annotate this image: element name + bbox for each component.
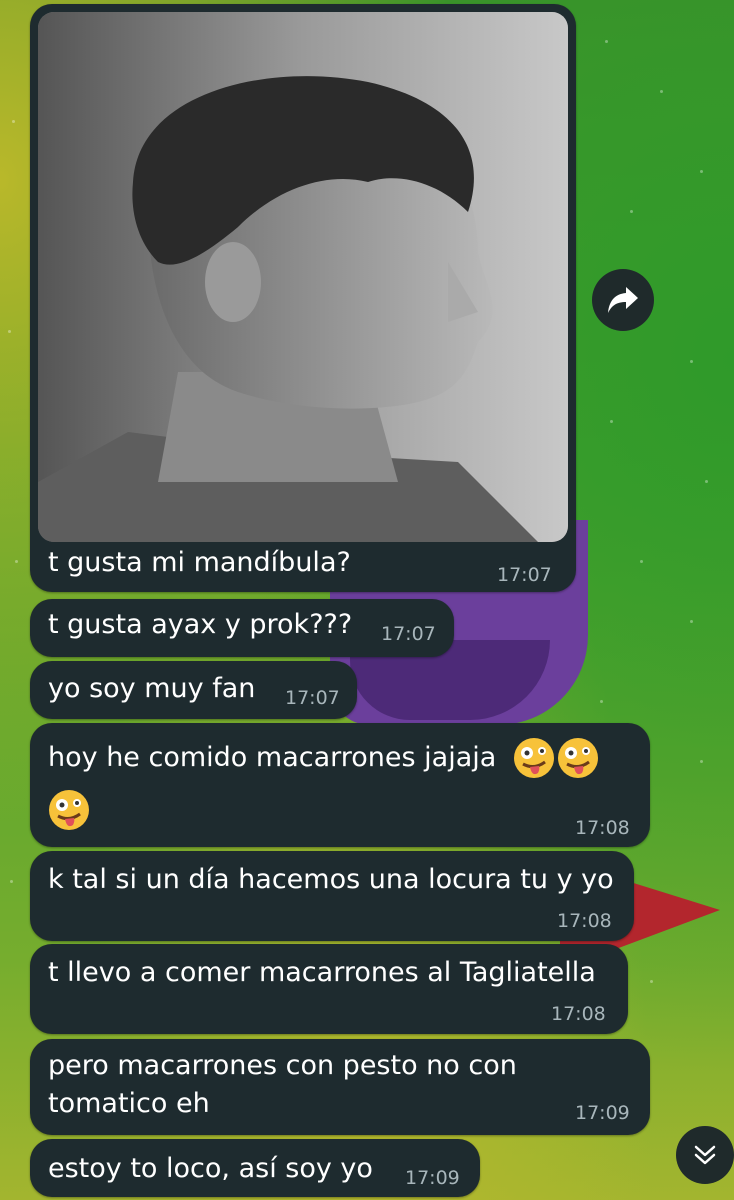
share-arrow-icon — [608, 287, 638, 313]
message-text: hoy he comido macarrones jajaja — [48, 742, 497, 773]
message-bubble[interactable]: t gusta ayax y prok??? 17:07 — [30, 599, 454, 657]
message-time: 17:07 — [381, 623, 436, 645]
scroll-down-button[interactable] — [676, 1126, 734, 1184]
zany-face-emoji — [514, 738, 554, 778]
message-time: 17:09 — [405, 1167, 460, 1189]
zany-face-emoji — [558, 738, 598, 778]
photo-message-bubble[interactable]: t gusta mi mandíbula? 17:07 — [30, 4, 576, 592]
message-text: t gusta ayax y prok??? — [48, 609, 353, 640]
message-bubble[interactable]: k tal si un día hacemos una locura tu y … — [30, 851, 634, 941]
chevron-double-down-icon — [694, 1145, 716, 1165]
message-time: 17:09 — [575, 1102, 630, 1124]
message-time: 17:08 — [575, 817, 630, 839]
profile-photo-image — [38, 12, 568, 542]
message-time: 17:08 — [551, 1003, 606, 1025]
message-text-line2: tomatico eh — [48, 1088, 210, 1119]
message-text: pero macarrones con pesto no con — [48, 1050, 517, 1081]
message-text: t llevo a comer macarrones al Tagliatell… — [48, 957, 596, 988]
message-text: t gusta mi mandíbula? — [48, 547, 351, 578]
message-bubble[interactable]: hoy he comido macarrones jajaja 17:08 — [30, 723, 650, 847]
zany-face-emoji — [49, 790, 89, 830]
message-bubble[interactable]: pero macarrones con pesto no con tomatic… — [30, 1039, 650, 1135]
message-bubble[interactable]: estoy to loco, así soy yo 17:09 — [30, 1139, 480, 1197]
message-bubble[interactable]: yo soy muy fan 17:07 — [30, 661, 357, 719]
message-text: yo soy muy fan — [48, 673, 256, 704]
profile-photo[interactable] — [38, 12, 568, 542]
message-text: estoy to loco, así soy yo — [48, 1153, 373, 1184]
message-text: k tal si un día hacemos una locura tu y … — [48, 864, 614, 895]
message-time: 17:07 — [285, 687, 340, 709]
message-time: 17:08 — [557, 910, 612, 932]
forward-button[interactable] — [592, 269, 654, 331]
message-time: 17:07 — [497, 564, 552, 586]
message-bubble[interactable]: t llevo a comer macarrones al Tagliatell… — [30, 944, 628, 1034]
